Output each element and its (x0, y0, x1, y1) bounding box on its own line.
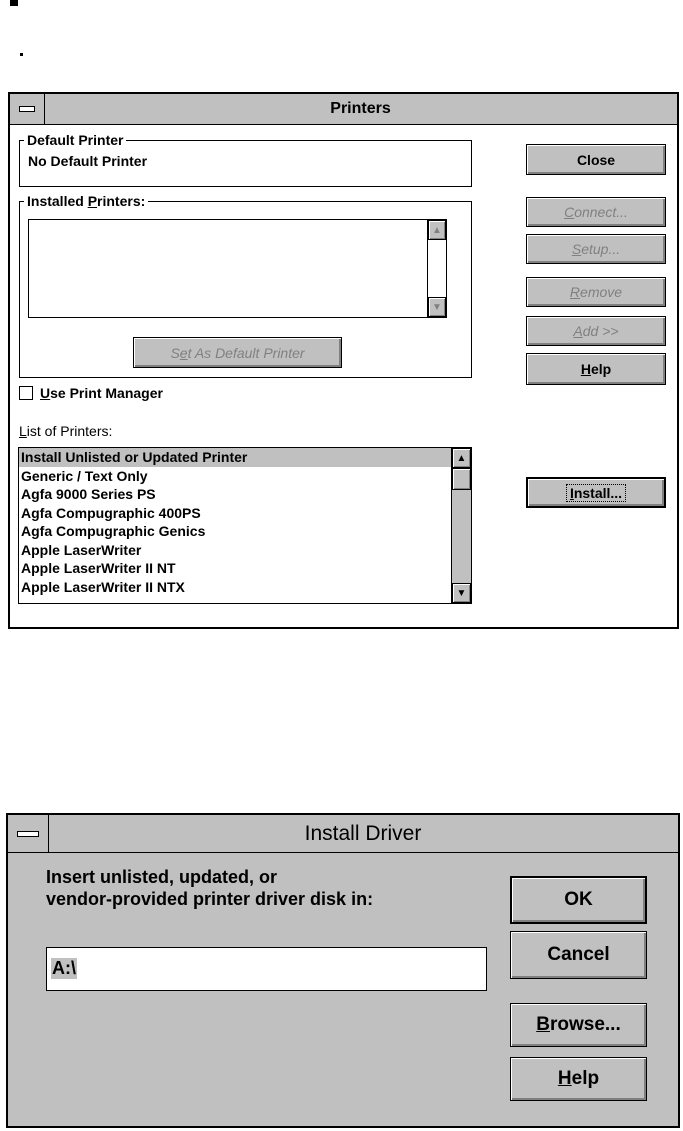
setup-button[interactable]: Setup... (526, 234, 666, 264)
list-item[interactable]: Agfa Compugraphic 400PS (19, 504, 451, 523)
scroll-down-arrow-icon[interactable]: ▼ (428, 297, 446, 317)
add-button[interactable]: Add >> (526, 316, 666, 346)
connect-button[interactable]: Connect... (526, 197, 666, 227)
driver-path-input[interactable]: A:\ (46, 947, 487, 991)
use-print-manager-label: Use Print Manager (40, 385, 163, 401)
system-menu-icon[interactable] (8, 815, 49, 852)
scroll-up-arrow-icon[interactable]: ▲ (452, 448, 471, 468)
default-printer-value: No Default Printer (28, 153, 148, 169)
install-prompt-line2: vendor-provided printer driver disk in: (46, 889, 374, 909)
list-item[interactable]: Install Unlisted or Updated Printer (19, 448, 451, 467)
cancel-button[interactable]: Cancel (510, 931, 647, 979)
list-item[interactable]: Apple LaserWriter II NTX (19, 578, 451, 597)
list-of-printers[interactable]: Install Unlisted or Updated Printer Gene… (18, 447, 472, 604)
use-print-manager-checkbox[interactable] (19, 386, 33, 400)
list-item[interactable]: Apple LaserWriter (19, 541, 451, 560)
help-button[interactable]: Help (526, 353, 666, 385)
printer-list-items: Install Unlisted or Updated Printer Gene… (19, 448, 451, 596)
install-button[interactable]: Install... (526, 477, 666, 508)
browse-button[interactable]: Browse... (510, 1003, 647, 1047)
printers-titlebar: Printers (10, 94, 677, 125)
install-driver-dialog: Install Driver Insert unlisted, updated,… (6, 813, 680, 1128)
system-menu-icon[interactable] (10, 94, 45, 124)
install-prompt-line1: Insert unlisted, updated, or (46, 867, 278, 887)
default-printer-label: Default Printer (24, 132, 127, 148)
list-item[interactable]: Agfa Compugraphic Genics (19, 522, 451, 541)
scroll-up-arrow-icon[interactable]: ▲ (428, 220, 446, 240)
ok-button[interactable]: OK (510, 876, 647, 924)
driver-path-value: A:\ (51, 958, 77, 979)
installed-scrollbar[interactable]: ▲ ▼ (427, 220, 446, 317)
list-item[interactable]: Generic / Text Only (19, 467, 451, 486)
set-default-printer-button[interactable]: Set As Default Printer (133, 337, 342, 368)
close-button[interactable]: Close (526, 144, 666, 175)
installed-printers-label: Installed Printers: (24, 193, 149, 209)
printers-dialog: Printers Default Printer No Default Prin… (8, 92, 679, 629)
scroll-down-arrow-icon[interactable]: ▼ (452, 583, 471, 603)
stray-mark-1 (10, 0, 18, 6)
printers-title: Printers (330, 100, 391, 117)
scroll-thumb[interactable] (452, 468, 471, 490)
list-item[interactable]: Apple LaserWriter II NT (19, 559, 451, 578)
printers-list-scrollbar[interactable]: ▲ ▼ (451, 448, 471, 603)
install-driver-titlebar: Install Driver (8, 815, 678, 853)
stray-mark-2 (20, 53, 23, 56)
remove-button[interactable]: Remove (526, 277, 666, 307)
help-button[interactable]: Help (510, 1057, 647, 1101)
installed-printers-list[interactable]: ▲ ▼ (28, 219, 447, 318)
install-driver-title: Install Driver (304, 821, 422, 845)
list-item[interactable]: Agfa 9000 Series PS (19, 485, 451, 504)
list-of-printers-label: List of Printers: (19, 423, 113, 439)
